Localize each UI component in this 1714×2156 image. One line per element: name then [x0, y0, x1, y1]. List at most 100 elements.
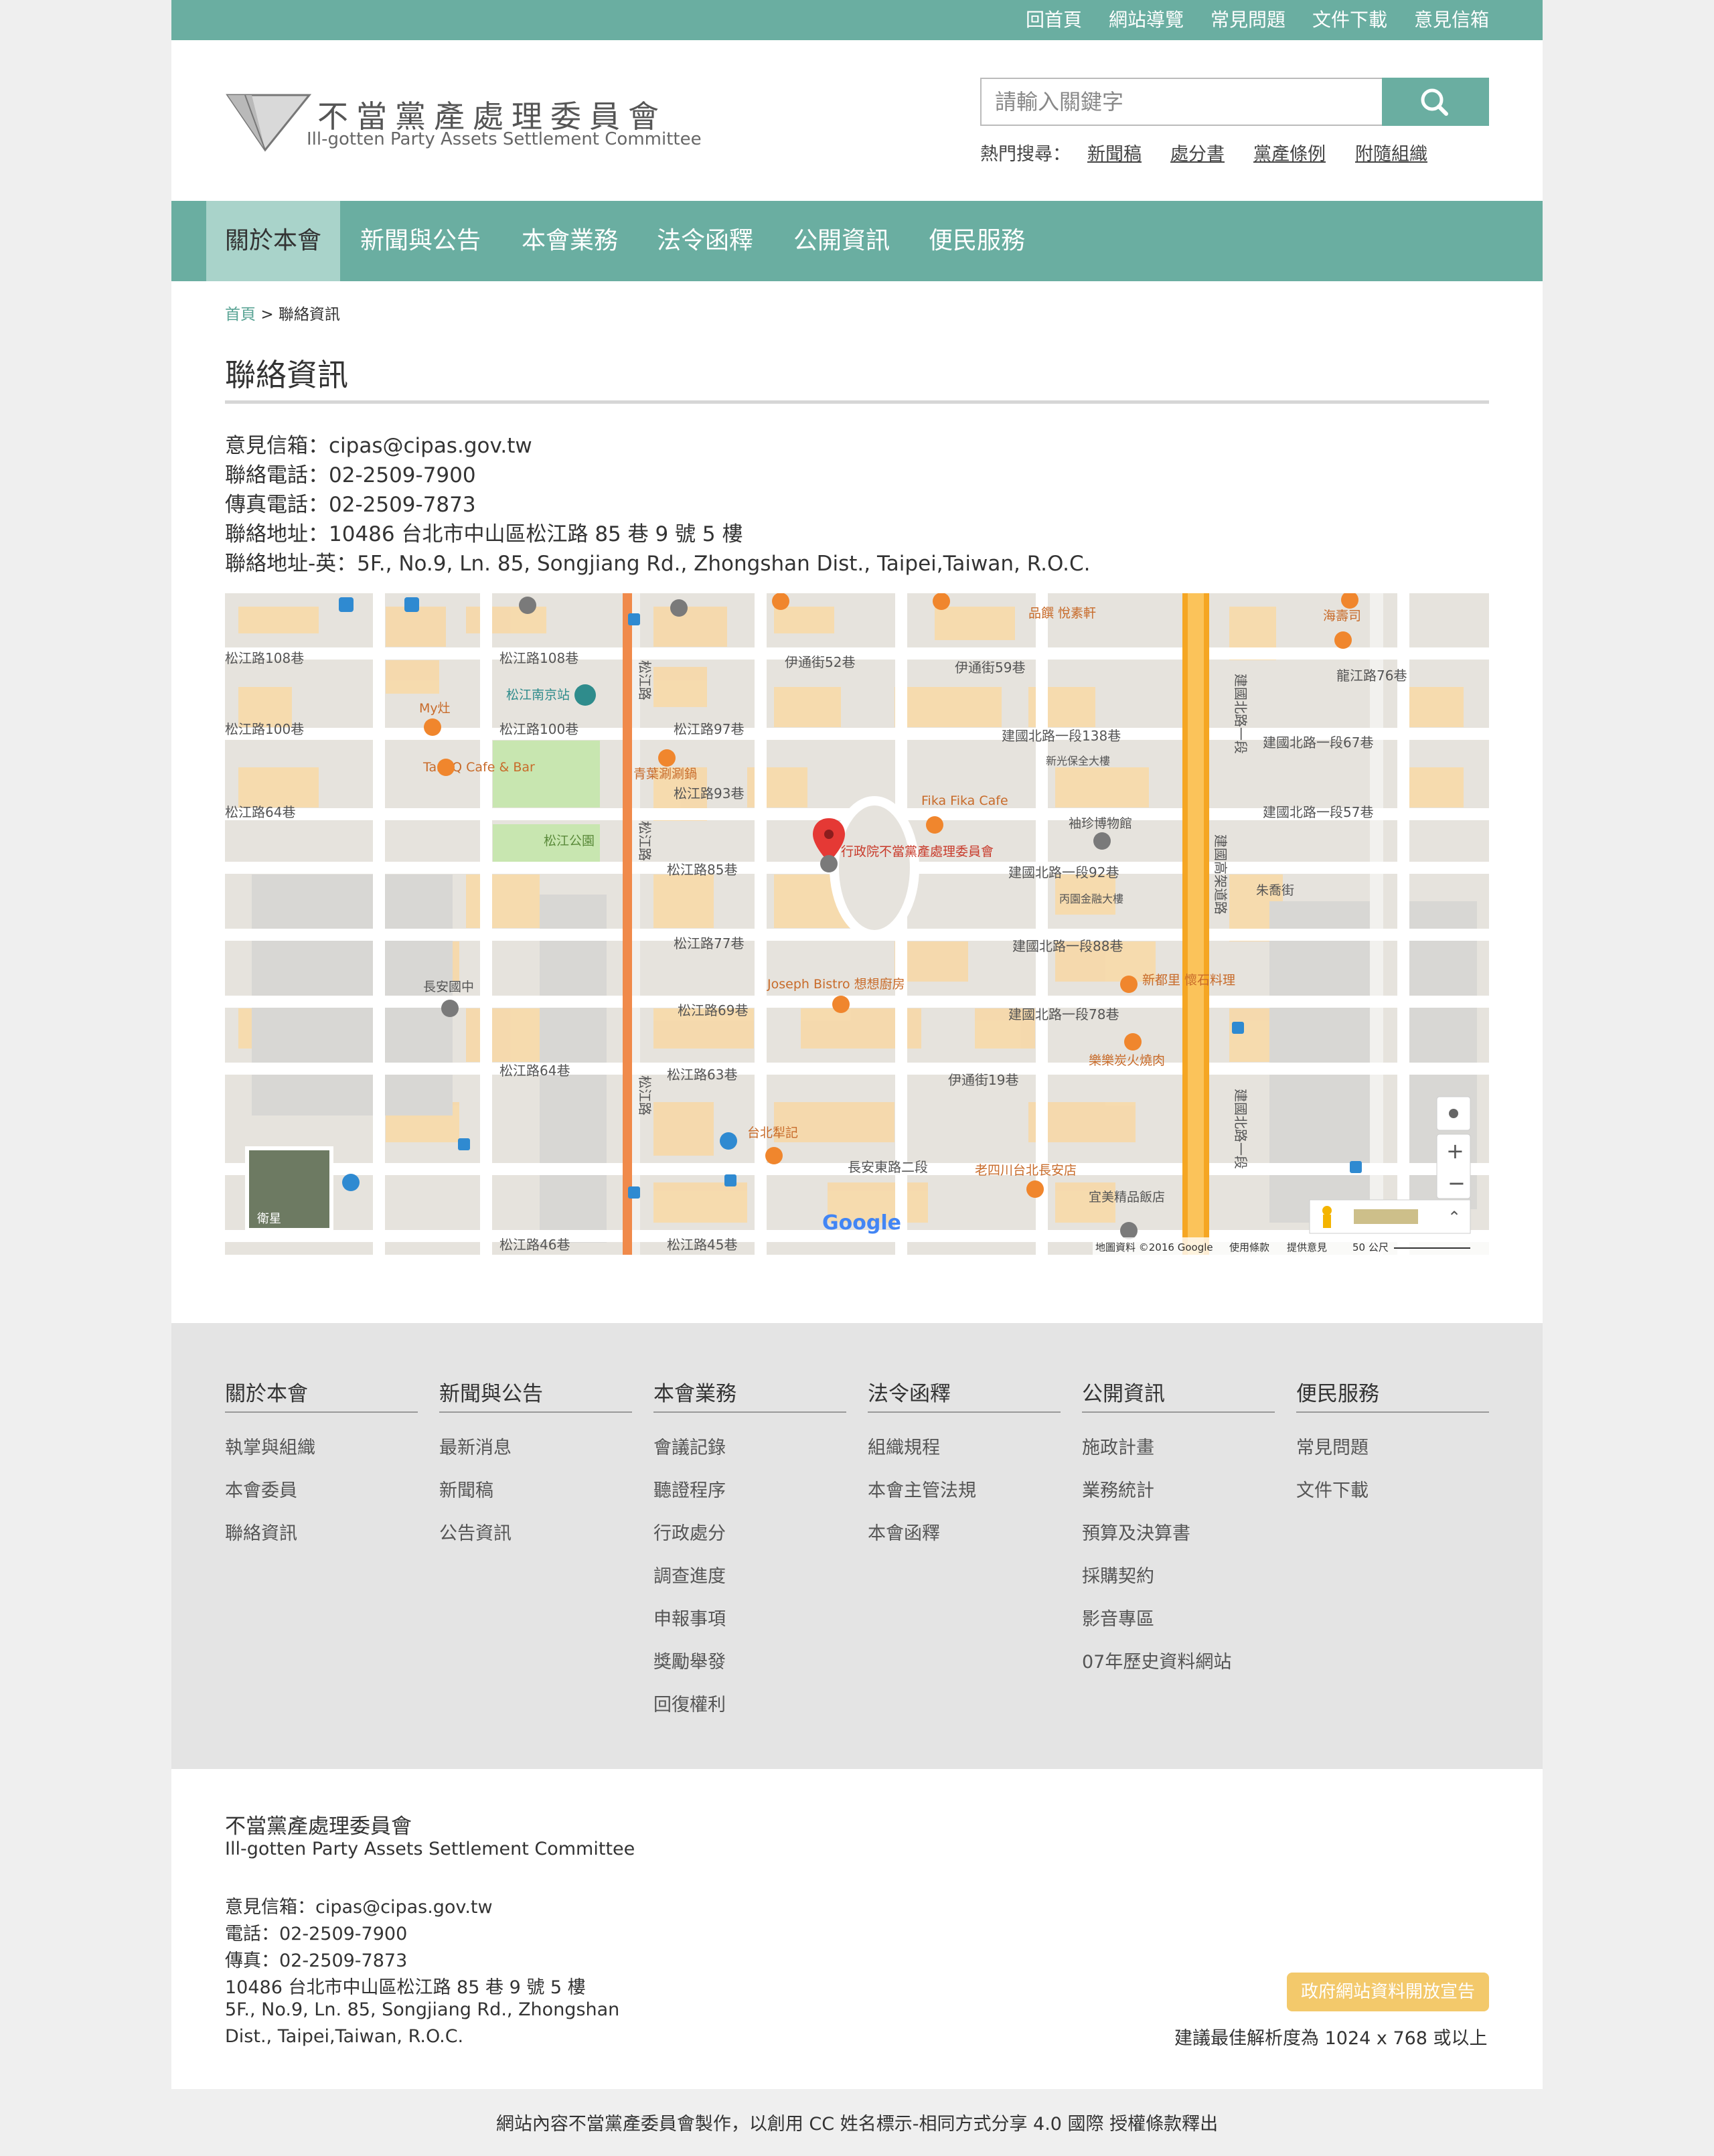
sitemap-heading-services[interactable]: 便民服務: [1296, 1377, 1379, 1407]
nav-item-public-info[interactable]: 公開資訊: [785, 201, 899, 281]
sitemap-link[interactable]: 本會委員: [225, 1476, 297, 1502]
nav-item-business[interactable]: 本會業務: [513, 201, 627, 281]
sitemap-link[interactable]: 施政計畫: [1082, 1433, 1154, 1459]
nav-item-services[interactable]: 便民服務: [920, 201, 1034, 281]
sitemap-link[interactable]: 影音專區: [1082, 1604, 1154, 1630]
sitemap-divider: [868, 1411, 1061, 1413]
page-title: 聯絡資訊: [225, 357, 348, 393]
sitemap-link[interactable]: 業務統計: [1082, 1476, 1154, 1502]
topbar-link-home[interactable]: 回首頁: [1026, 0, 1082, 40]
sitemap-divider: [1296, 1411, 1489, 1413]
svg-text:丙園金融大樓: 丙園金融大樓: [1059, 893, 1123, 905]
nav-item-laws[interactable]: 法令函釋: [648, 201, 762, 281]
sitemap-link[interactable]: 調查進度: [653, 1561, 726, 1588]
svg-text:建國北路一段57巷: 建國北路一段57巷: [1263, 804, 1373, 820]
sitemap-link[interactable]: 會議記錄: [653, 1433, 726, 1459]
sitemap-link[interactable]: 組織規程: [868, 1433, 940, 1459]
google-map[interactable]: 松江路108巷 松江路108巷 松江路100巷 松江路100巷 松江路64巷 松…: [225, 593, 1489, 1255]
svg-text:Joseph Bistro 想想廚房: Joseph Bistro 想想廚房: [767, 976, 905, 992]
topbar-link-faq[interactable]: 常見問題: [1211, 0, 1286, 40]
sitemap-link[interactable]: 07年歷史資料網站: [1082, 1647, 1231, 1673]
sitemap-link[interactable]: 本會主管法規: [868, 1476, 976, 1502]
svg-text:松江路64巷: 松江路64巷: [225, 804, 295, 820]
svg-text:建國北路一段88巷: 建國北路一段88巷: [1012, 938, 1123, 954]
hot-search-label: 熱門搜尋：: [980, 144, 1071, 165]
sitemap-link[interactable]: 聯絡資訊: [225, 1519, 297, 1545]
sitemap-link[interactable]: 最新消息: [439, 1433, 512, 1459]
hot-search-link-disposition[interactable]: 處分書: [1170, 139, 1225, 165]
svg-text:松江南京站: 松江南京站: [506, 688, 570, 702]
svg-text:建國北路一段: 建國北路一段: [1233, 1089, 1249, 1169]
svg-text:+: +: [1446, 1138, 1464, 1164]
sitemap-link[interactable]: 文件下載: [1296, 1476, 1369, 1502]
logo-icon[interactable]: [225, 92, 312, 153]
sitemap-link[interactable]: 行政處分: [653, 1519, 726, 1545]
sitemap-link[interactable]: 回復權利: [653, 1690, 726, 1716]
map-road-songjiang: [623, 593, 632, 1255]
open-data-badge[interactable]: 政府網站資料開放宣告: [1287, 1973, 1489, 2011]
contact-address: 聯絡地址：10486 台北市中山區松江路 85 巷 9 號 5 樓: [225, 522, 743, 546]
sitemap-link[interactable]: 本會函釋: [868, 1519, 940, 1545]
contact-fax: 傳真電話：02-2509-7873: [225, 493, 476, 517]
map-road-jianguo-inner: [1188, 593, 1204, 1255]
search-button[interactable]: [1382, 78, 1489, 126]
sitemap-divider: [653, 1411, 846, 1413]
footer-org-cn: 不當黨產處理委員會: [225, 1815, 412, 1839]
topbar-link-feedback[interactable]: 意見信箱: [1414, 0, 1489, 40]
hot-search-link-news[interactable]: 新聞稿: [1087, 139, 1142, 165]
hot-search-link-affiliates[interactable]: 附隨組織: [1355, 139, 1427, 165]
svg-text:建國北路一段78巷: 建國北路一段78巷: [1008, 1006, 1119, 1022]
sitemap-link[interactable]: 獎勵舉發: [653, 1647, 726, 1673]
svg-text:松江路69巷: 松江路69巷: [678, 1002, 748, 1018]
svg-text:海壽司: 海壽司: [1323, 609, 1361, 623]
sitemap-link[interactable]: 新聞稿: [439, 1476, 493, 1502]
map-canvas[interactable]: 松江路108巷 松江路108巷 松江路100巷 松江路100巷 松江路64巷 松…: [225, 593, 1489, 1255]
map-satellite-toggle[interactable]: 衛星: [245, 1146, 333, 1232]
svg-text:品饌 悅素軒: 品饌 悅素軒: [1028, 606, 1096, 621]
svg-text:建國高架道路: 建國高架道路: [1213, 834, 1229, 915]
footer-email: 意見信箱：cipas@cipas.gov.tw: [225, 1897, 493, 1918]
svg-text:松江路45巷: 松江路45巷: [667, 1237, 737, 1253]
map-view-controls[interactable]: ⌃: [1309, 1199, 1471, 1234]
sitemap-heading-business[interactable]: 本會業務: [653, 1377, 736, 1407]
svg-text:松江路108巷: 松江路108巷: [499, 650, 578, 666]
map-zoom-controls[interactable]: + −: [1436, 1096, 1471, 1199]
breadcrumb: 首頁 > 聯絡資訊: [225, 301, 340, 324]
sitemap-link[interactable]: 申報事項: [653, 1604, 726, 1630]
sitemap-link[interactable]: 執掌與組織: [225, 1433, 315, 1459]
svg-text:樂樂炭火燒肉: 樂樂炭火燒肉: [1089, 1053, 1165, 1068]
sitemap-link[interactable]: 常見問題: [1296, 1433, 1369, 1459]
svg-text:松江路46巷: 松江路46巷: [499, 1237, 570, 1253]
sitemap-link[interactable]: 公告資訊: [439, 1519, 512, 1545]
svg-text:松江路: 松江路: [637, 1075, 653, 1115]
breadcrumb-home[interactable]: 首頁: [225, 306, 256, 323]
hot-search-link-statute[interactable]: 黨產條例: [1253, 139, 1326, 165]
page: 回首頁 網站導覽 常見問題 文件下載 意見信箱 不當黨產處理委員會 Ill-go…: [171, 0, 1543, 2089]
svg-text:松江路: 松江路: [637, 660, 653, 700]
sitemap-heading-laws[interactable]: 法令函釋: [868, 1377, 951, 1407]
nav-item-news[interactable]: 新聞與公告: [354, 201, 487, 281]
sitemap-heading-about[interactable]: 關於本會: [225, 1377, 308, 1407]
sitemap-heading-public-info[interactable]: 公開資訊: [1082, 1377, 1165, 1407]
svg-text:伊通街52巷: 伊通街52巷: [785, 654, 855, 670]
search-icon: [1421, 88, 1448, 116]
topbar-link-sitemap[interactable]: 網站導覽: [1109, 0, 1184, 40]
sitemap-link[interactable]: 聽證程序: [653, 1476, 726, 1502]
svg-text:新光保全大樓: 新光保全大樓: [1046, 755, 1110, 767]
svg-text:青葉涮涮鍋: 青葉涮涮鍋: [633, 767, 697, 781]
mrt-station-icon: [574, 684, 596, 706]
svg-text:地圖資料 ©2016 Google: 地圖資料 ©2016 Google: [1095, 1241, 1213, 1253]
resolution-note: 建議最佳解析度為 1024 x 768 或以上: [1174, 2028, 1488, 2049]
sitemap-link[interactable]: 預算及決算書: [1082, 1519, 1190, 1545]
svg-text:松江路100巷: 松江路100巷: [499, 721, 578, 737]
nav-item-about[interactable]: 關於本會: [206, 201, 340, 281]
svg-text:My灶: My灶: [419, 701, 451, 716]
sitemap-heading-news[interactable]: 新聞與公告: [439, 1377, 543, 1407]
sitemap-link[interactable]: 採購契約: [1082, 1561, 1154, 1588]
top-utility-bar: 回首頁 網站導覽 常見問題 文件下載 意見信箱: [171, 0, 1543, 40]
svg-text:松江路: 松江路: [637, 821, 653, 861]
search-input[interactable]: [980, 78, 1382, 126]
svg-text:伊通街59巷: 伊通街59巷: [955, 660, 1025, 676]
contact-email: 意見信箱：cipas@cipas.gov.tw: [225, 434, 532, 458]
topbar-link-downloads[interactable]: 文件下載: [1312, 0, 1387, 40]
